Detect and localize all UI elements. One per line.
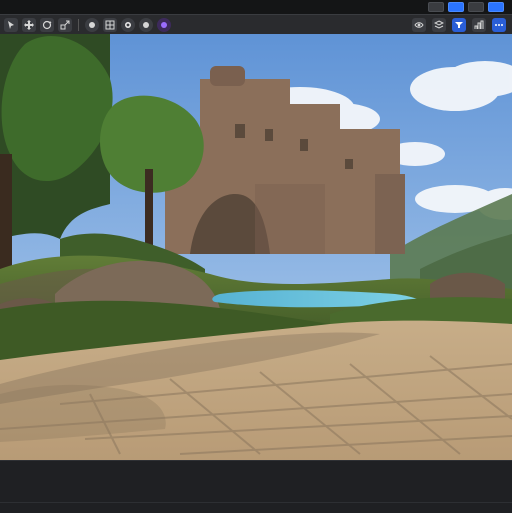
move-icon[interactable]: [22, 18, 36, 32]
toolbar-left-group: [4, 18, 171, 32]
eye-icon[interactable]: [412, 18, 426, 32]
top-right-controls: [428, 2, 504, 12]
viewport-toolbar: [0, 14, 512, 36]
lit-mode-icon[interactable]: [121, 18, 135, 32]
select-icon[interactable]: [4, 18, 18, 32]
bottom-divider: [0, 502, 512, 503]
layers-icon[interactable]: [432, 18, 446, 32]
snap-icon[interactable]: [85, 18, 99, 32]
filter-icon[interactable]: [452, 18, 466, 32]
scale-icon[interactable]: [58, 18, 72, 32]
stats-icon[interactable]: [472, 18, 486, 32]
play-icon[interactable]: [448, 2, 464, 12]
scene-viewport[interactable]: [0, 34, 512, 460]
title-bar: [0, 0, 512, 15]
toolbar-right-group: [412, 18, 506, 32]
camera-icon[interactable]: [488, 2, 504, 12]
display-icon[interactable]: [428, 2, 444, 12]
options-icon[interactable]: [492, 18, 506, 32]
bottom-panel: [0, 460, 512, 513]
camera-speed-icon[interactable]: [139, 18, 153, 32]
toolbar-divider: [78, 19, 79, 31]
purple-mode-icon[interactable]: [157, 18, 171, 32]
rotate-icon[interactable]: [40, 18, 54, 32]
settings-icon[interactable]: [468, 2, 484, 12]
scene-render: [0, 34, 512, 460]
grid-icon[interactable]: [103, 18, 117, 32]
